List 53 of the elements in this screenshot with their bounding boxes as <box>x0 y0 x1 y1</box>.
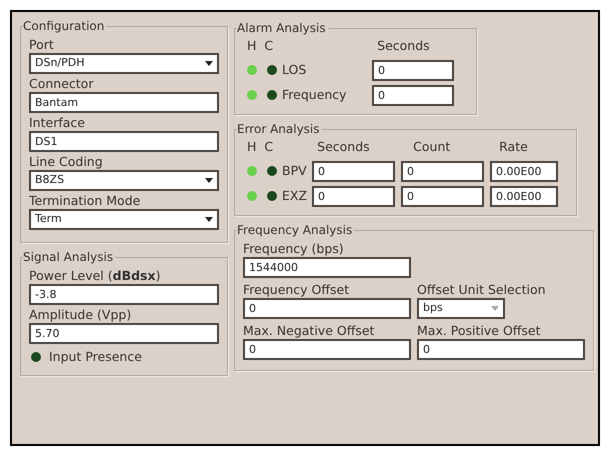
column-header: C <box>264 37 274 55</box>
group-title: Signal Analysis <box>23 250 116 264</box>
input-field[interactable]: 0 <box>312 160 395 182</box>
group-title: Alarm Analysis <box>237 21 328 35</box>
input-field[interactable]: 0 <box>401 160 484 182</box>
group-title: Frequency Analysis <box>237 222 354 236</box>
field-label: Frequency Offset <box>243 282 350 298</box>
column-header: H <box>247 37 256 55</box>
field-label: Port <box>29 37 55 53</box>
input-field[interactable]: 0 <box>312 186 395 206</box>
input-field[interactable]: 0 <box>417 338 585 360</box>
input-field[interactable]: 0 <box>243 298 411 318</box>
group-title: Configuration <box>23 19 106 33</box>
field-label: Max. Negative Offset <box>243 322 376 338</box>
input-field[interactable]: Bantam <box>29 92 219 113</box>
column-header: H <box>247 138 256 156</box>
row-label: LOS <box>282 60 308 79</box>
indicator-label: Input Presence <box>49 348 142 366</box>
row-label: BPV <box>282 162 308 180</box>
caret-icon <box>491 306 499 310</box>
field-label: Offset Unit Selection <box>417 282 547 298</box>
field-label: Max. Positive Offset <box>417 322 542 338</box>
column-header: Seconds <box>317 138 371 156</box>
field-label: Termination Mode <box>29 193 142 209</box>
input-field[interactable]: 0.00E00 <box>490 186 558 206</box>
dropdown[interactable]: DSn/PDH <box>29 53 219 74</box>
field-label: Power Level (dBdsx) <box>29 268 162 284</box>
field-label: Line Coding <box>29 154 104 170</box>
dropdown[interactable]: B8ZS <box>29 170 219 191</box>
input-field[interactable]: 0 <box>372 84 454 106</box>
input-field[interactable]: 0.00E00 <box>490 160 558 182</box>
row-label: EXZ <box>282 186 308 205</box>
input-field[interactable]: DS1 <box>29 131 219 152</box>
field-label: Frequency (bps) <box>243 240 345 256</box>
input-field[interactable]: -3.8 <box>29 284 219 305</box>
field-label: Amplitude (Vpp) <box>29 307 132 323</box>
column-header: C <box>264 138 274 156</box>
input-field[interactable]: 0 <box>243 338 411 360</box>
caret-icon <box>205 61 213 66</box>
input-field[interactable]: 0 <box>401 186 484 206</box>
field-label: Interface <box>29 115 86 131</box>
column-header: Count <box>413 138 452 156</box>
caret-icon <box>205 217 213 222</box>
input-field[interactable]: 1544000 <box>243 256 411 278</box>
row-label: Frequency <box>282 86 348 104</box>
dropdown[interactable]: Term <box>29 209 219 230</box>
caret-icon <box>205 178 213 183</box>
input-field[interactable]: 5.70 <box>29 323 219 344</box>
group-title: Error Analysis <box>237 122 322 136</box>
column-header: Seconds <box>377 37 430 55</box>
field-label: Connector <box>29 76 94 92</box>
column-header: Rate <box>499 138 528 156</box>
input-field[interactable]: 0 <box>372 60 454 81</box>
